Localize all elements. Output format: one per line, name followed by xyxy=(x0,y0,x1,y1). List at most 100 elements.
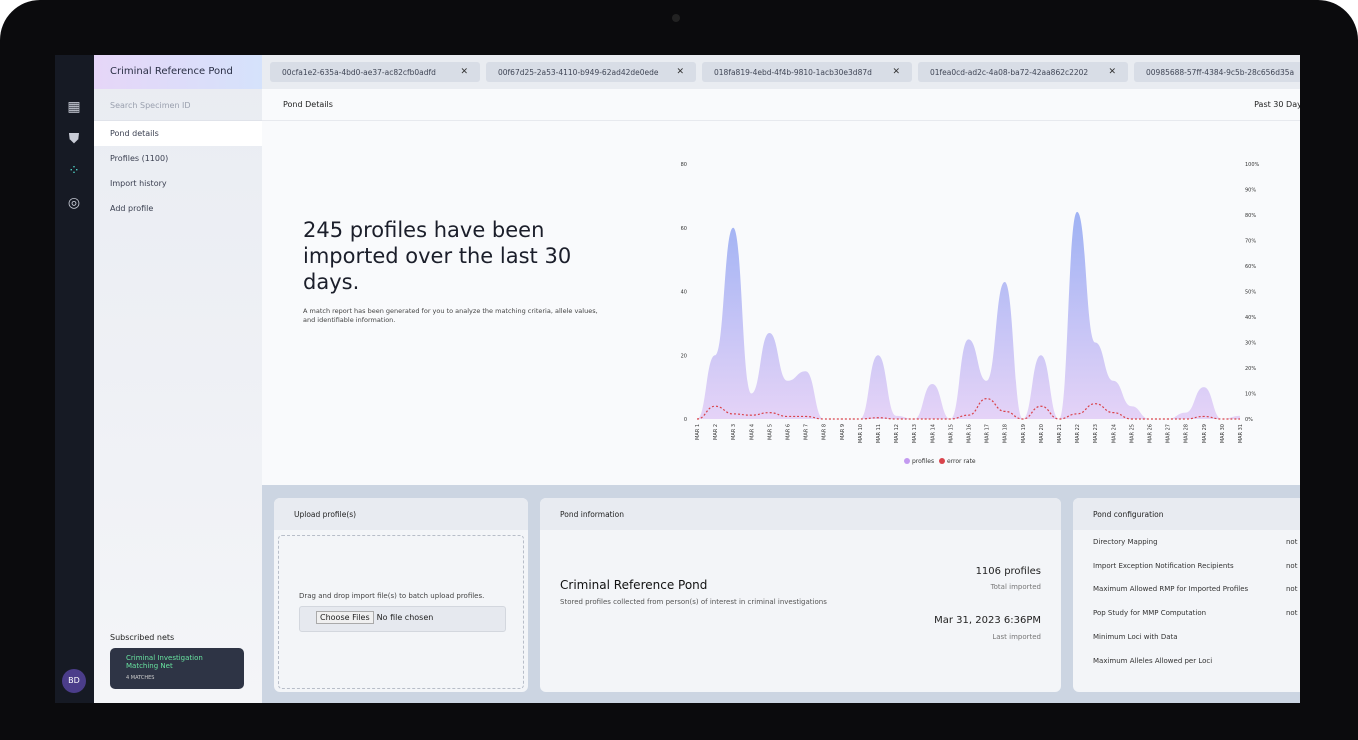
x-tick: MAR 4 xyxy=(749,424,755,440)
x-tick: MAR 13 xyxy=(912,424,918,443)
tab[interactable]: 00985688-57ff-4384-9c5b-28c656d35a xyxy=(1134,62,1300,82)
tab[interactable]: 01fea0cd-ad2c-4a08-ba72-42aa862c2202 ✕ xyxy=(918,62,1128,82)
x-tick: MAR 28 xyxy=(1184,424,1190,443)
pond-desc: Stored profiles collected from person(s)… xyxy=(560,598,827,606)
avatar[interactable]: BD xyxy=(62,669,86,693)
x-tick: MAR 15 xyxy=(948,424,954,443)
x-tick: MAR 24 xyxy=(1111,424,1117,443)
x-tick: MAR 22 xyxy=(1075,424,1081,443)
tab[interactable]: 00f67d25-2a53-4110-b949-62ad42de0ede ✕ xyxy=(486,62,696,82)
fingerprint-icon[interactable]: ◎ xyxy=(66,195,82,211)
sidebar-item-add-profile[interactable]: Add profile xyxy=(94,196,262,221)
sidebar-item-pond-details[interactable]: Pond details xyxy=(94,121,262,146)
x-tick: MAR 17 xyxy=(985,424,991,443)
series-profiles-area xyxy=(697,211,1240,419)
x-tick: MAR 12 xyxy=(894,424,900,443)
x-tick: MAR 18 xyxy=(1003,424,1009,443)
sidebar-title: Criminal Reference Pond xyxy=(94,55,262,89)
bottom-cards: Upload profile(s) Drag and drop import f… xyxy=(262,485,1300,703)
upload-card: Upload profile(s) Drag and drop import f… xyxy=(274,498,528,692)
net-card[interactable]: Criminal Investigation Matching Net 4 MA… xyxy=(110,648,244,689)
x-tick: MAR 20 xyxy=(1039,424,1045,443)
tab[interactable]: 018fa819-4ebd-4f4b-9810-1acb30e3d87d ✕ xyxy=(702,62,912,82)
y-tick-right: 60% xyxy=(1245,264,1256,270)
badge-icon[interactable]: ⛊ xyxy=(66,131,82,147)
x-tick: MAR 3 xyxy=(731,424,737,440)
choose-files-button[interactable]: Choose Files xyxy=(316,611,374,624)
main: 00cfa1e2-635a-4bd0-ae37-ac82cfb0adfd ✕ 00… xyxy=(262,55,1300,703)
icon-rail: ▦ ⛊ ⁘ ◎ BD xyxy=(55,55,94,703)
x-tick: MAR 16 xyxy=(967,424,973,443)
config-value: not xyxy=(1286,609,1298,618)
y-tick-right: 10% xyxy=(1245,392,1256,398)
close-icon[interactable]: ✕ xyxy=(460,67,468,77)
legend-label: error rate xyxy=(947,458,976,465)
x-tick: MAR 2 xyxy=(713,424,719,440)
x-tick: MAR 11 xyxy=(876,424,882,443)
tab-label: 01fea0cd-ad2c-4a08-ba72-42aa862c2202 xyxy=(930,67,1089,77)
y-tick-right: 100% xyxy=(1245,162,1260,168)
x-tick: MAR 27 xyxy=(1166,424,1172,443)
range-select[interactable]: Past 30 Days xyxy=(1254,100,1300,109)
config-key: Maximum Alleles Allowed per Loci xyxy=(1093,656,1213,665)
x-tick: MAR 19 xyxy=(1021,424,1027,443)
x-tick: MAR 31 xyxy=(1238,424,1244,443)
tab-label: 00985688-57ff-4384-9c5b-28c656d35a xyxy=(1146,67,1295,77)
search-input[interactable]: Search Specimen ID xyxy=(94,89,262,121)
y-tick-right: 80% xyxy=(1245,213,1256,219)
y-tick-right: 70% xyxy=(1245,239,1256,245)
subscribed-nets-label: Subscribed nets xyxy=(110,633,175,642)
config-key: Pop Study for MMP Computation xyxy=(1093,609,1207,618)
y-tick-right: 40% xyxy=(1245,315,1256,321)
close-icon[interactable]: ✕ xyxy=(892,67,900,77)
x-tick: MAR 5 xyxy=(767,424,773,440)
panel-title: Pond Details xyxy=(283,100,333,109)
y-tick-right: 30% xyxy=(1245,341,1256,347)
x-tick: MAR 21 xyxy=(1057,424,1063,443)
config-key: Maximum Allowed RMP for Imported Profile… xyxy=(1093,585,1249,594)
y-tick-right: 50% xyxy=(1245,290,1256,296)
pond-details-panel: Pond Details Past 30 Days 245 profiles ha… xyxy=(262,89,1300,485)
x-tick: MAR 8 xyxy=(822,424,828,440)
y-tick-right: 20% xyxy=(1245,366,1256,372)
y-tick-left: 40 xyxy=(681,290,687,296)
x-tick: MAR 23 xyxy=(1093,424,1099,443)
tab[interactable]: 00cfa1e2-635a-4bd0-ae37-ac82cfb0adfd ✕ xyxy=(270,62,480,82)
network-icon[interactable]: ⁘ xyxy=(66,163,82,179)
x-tick: MAR 25 xyxy=(1129,424,1135,443)
y-tick-left: 80 xyxy=(681,162,687,168)
sidebar-item-profiles[interactable]: Profiles (1100) xyxy=(94,146,262,171)
x-tick: MAR 6 xyxy=(786,424,792,440)
y-tick-right: 90% xyxy=(1245,188,1256,194)
card-title: Pond configuration xyxy=(1073,498,1300,530)
x-tick: MAR 30 xyxy=(1220,424,1226,443)
sidebar-item-import-history[interactable]: Import history xyxy=(94,171,262,196)
legend-label: profiles xyxy=(912,458,934,465)
config-key: Directory Mapping xyxy=(1093,538,1158,546)
x-tick: MAR 7 xyxy=(804,424,810,440)
card-title: Upload profile(s) xyxy=(274,498,528,530)
close-icon[interactable]: ✕ xyxy=(1108,67,1116,77)
pond-info-card: Pond information Criminal Reference Pond… xyxy=(540,498,1061,692)
pond-config-card: Pond configuration Directory Mapping not I… xyxy=(1073,498,1300,692)
last-label: Last imported xyxy=(992,633,1041,641)
config-value: not xyxy=(1286,538,1298,546)
x-tick: MAR 29 xyxy=(1202,424,1208,443)
camera xyxy=(672,14,680,22)
dashboard-icon[interactable]: ▦ xyxy=(66,99,82,115)
config-key: Import Exception Notification Recipients xyxy=(1093,561,1234,570)
close-icon[interactable]: ✕ xyxy=(676,67,684,77)
file-input[interactable]: Choose Files No file chosen xyxy=(299,606,506,632)
subtext: A match report has been generated for yo… xyxy=(303,307,598,324)
config-value: not xyxy=(1286,585,1298,594)
file-status: No file chosen xyxy=(376,613,434,622)
y-tick-left: 20 xyxy=(681,353,687,359)
y-tick-left: 60 xyxy=(681,226,687,232)
tab-bar: 00cfa1e2-635a-4bd0-ae37-ac82cfb0adfd ✕ 00… xyxy=(262,55,1300,89)
last-imported: Mar 31, 2023 6:36PM xyxy=(934,615,1041,626)
app-screen: ▦ ⛊ ⁘ ◎ BD Criminal Reference Pond Searc… xyxy=(55,55,1300,703)
legend-swatch xyxy=(904,458,910,464)
headline: 245 profiles have been imported over the… xyxy=(303,218,572,294)
x-tick: MAR 1 xyxy=(695,424,701,440)
dropzone[interactable]: Drag and drop import file(s) to batch up… xyxy=(278,535,524,689)
